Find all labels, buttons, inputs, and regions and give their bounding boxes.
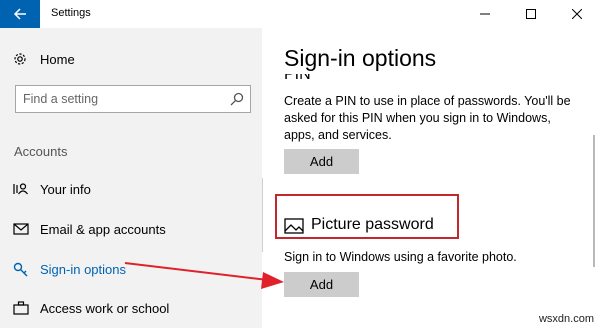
- watermark: wsxdn.com: [538, 313, 594, 325]
- page-title: Sign-in options: [284, 45, 437, 71]
- key-icon: [13, 262, 28, 277]
- back-button[interactable]: [0, 0, 40, 28]
- annotation-highlight-box: [275, 194, 459, 239]
- pin-heading-clipped: PIN: [284, 74, 564, 82]
- minimize-button[interactable]: [462, 0, 508, 28]
- pin-description: Create a PIN to use in place of password…: [284, 94, 571, 142]
- title-bar: Settings: [0, 0, 600, 28]
- scrollbar[interactable]: [593, 135, 595, 267]
- picture-password-add-button[interactable]: Add: [284, 272, 359, 297]
- sidebar-item-label: Sign-in options: [40, 262, 126, 277]
- sidebar-item-label: Email & app accounts: [40, 222, 166, 237]
- close-icon: [572, 9, 582, 19]
- search-input[interactable]: [16, 86, 216, 112]
- search-icon[interactable]: [230, 92, 244, 106]
- home-label: Home: [40, 52, 75, 67]
- picture-password-description: Sign in to Windows using a favorite phot…: [284, 250, 517, 264]
- maximize-button[interactable]: [508, 0, 554, 28]
- sidebar-item-label: Access work or school: [40, 301, 170, 316]
- sidebar-item-access-work-school[interactable]: Access work or school: [0, 293, 262, 323]
- gear-icon: [14, 53, 26, 65]
- person-card-icon: [13, 183, 28, 195]
- accounts-section-label: Accounts: [14, 144, 68, 159]
- pane-divider: [262, 178, 263, 252]
- sidebar-item-sign-in-options[interactable]: Sign-in options: [0, 254, 262, 284]
- email-icon: [13, 223, 29, 235]
- briefcase-icon: [13, 301, 29, 315]
- search-box[interactable]: [15, 85, 251, 113]
- maximize-icon: [526, 9, 536, 19]
- minimize-icon: [480, 13, 490, 15]
- pin-add-button[interactable]: Add: [284, 149, 359, 174]
- window-title: Settings: [51, 7, 91, 19]
- close-button[interactable]: [554, 0, 600, 28]
- sidebar-item-label: Your info: [40, 182, 91, 197]
- sidebar-item-your-info[interactable]: Your info: [0, 174, 262, 204]
- sidebar-item-email-app-accounts[interactable]: Email & app accounts: [0, 214, 262, 244]
- back-arrow-icon: [13, 8, 26, 20]
